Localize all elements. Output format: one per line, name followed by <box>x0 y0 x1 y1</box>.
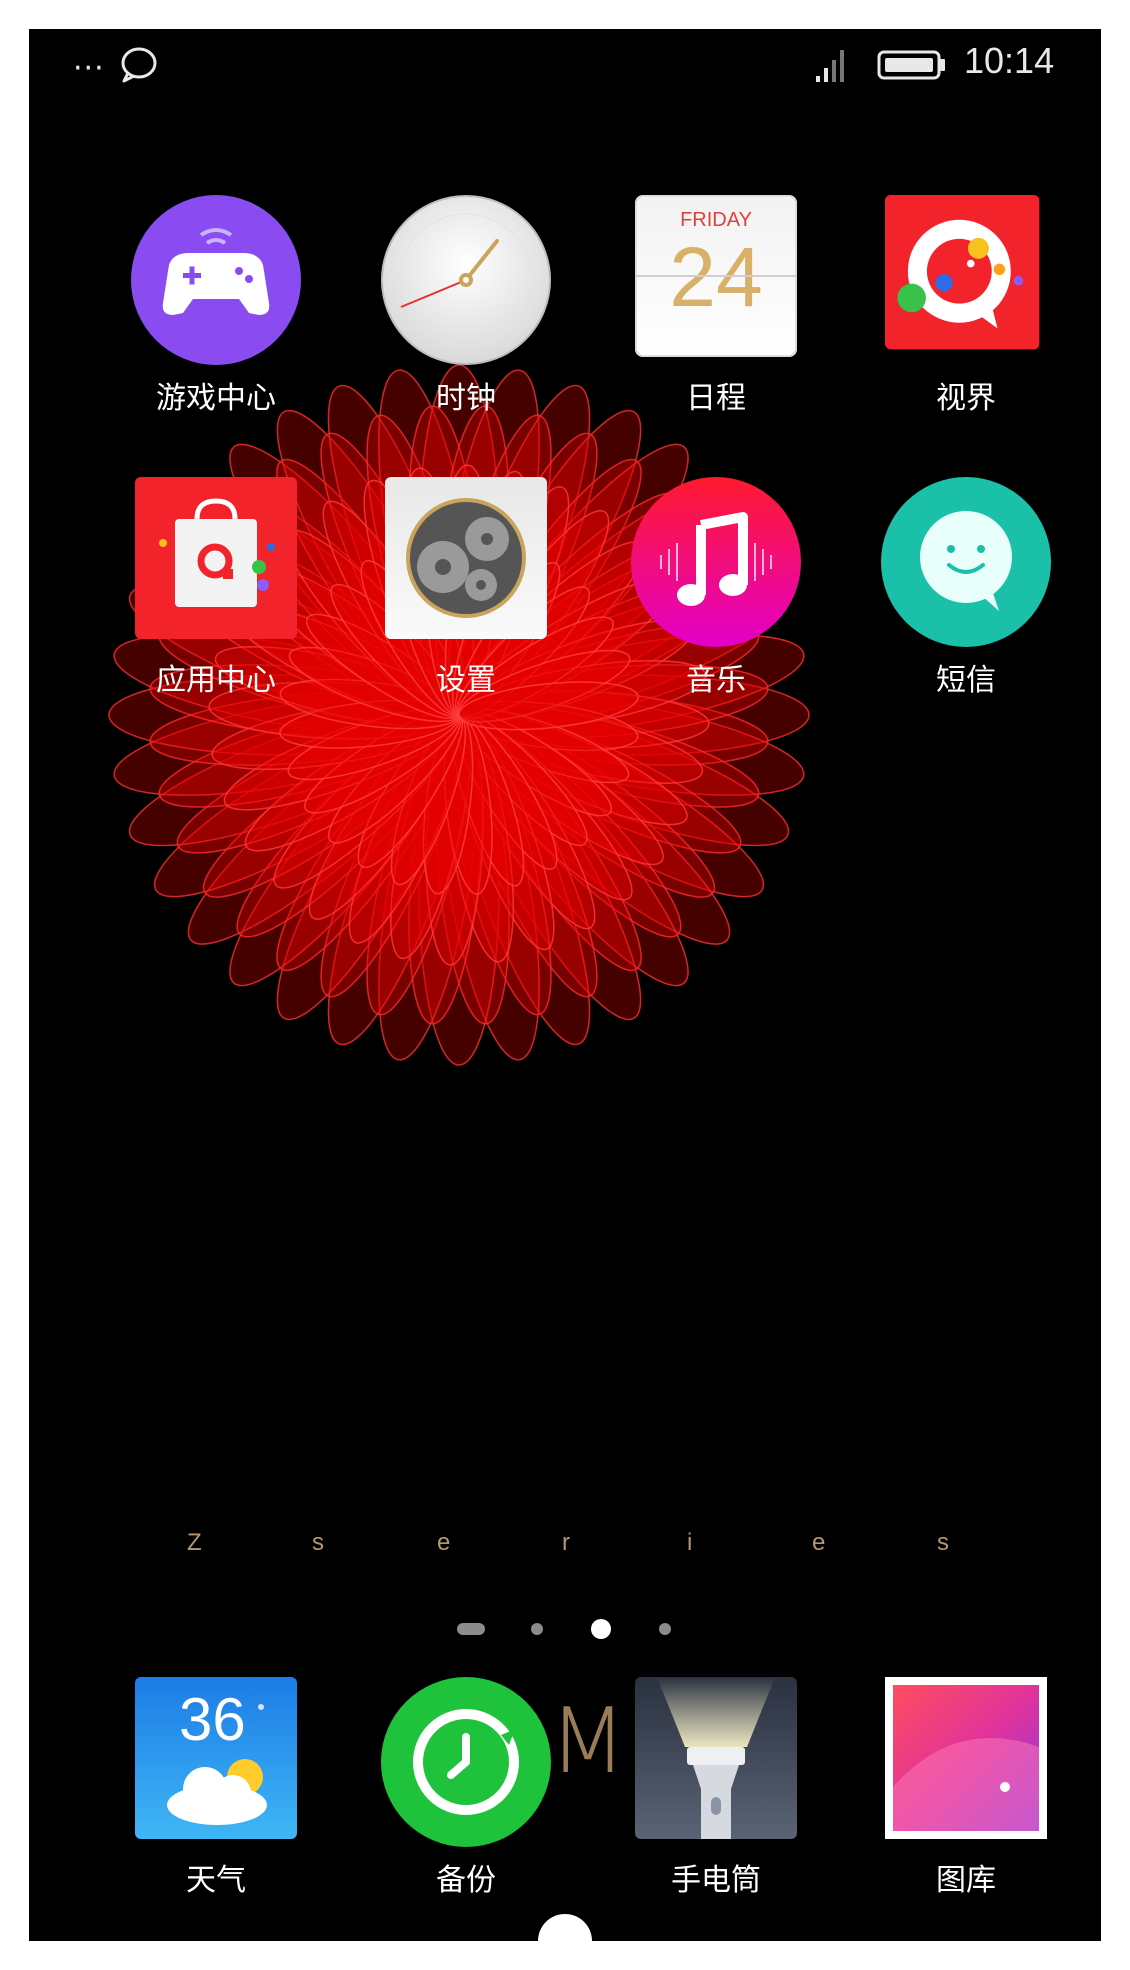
app-label: 日程 <box>686 381 746 416</box>
battery-icon <box>877 50 945 80</box>
brand-m-mark: M <box>549 1689 627 1794</box>
music-note-icon <box>631 477 801 647</box>
app-label: 设置 <box>436 663 496 698</box>
app-label: 天气 <box>186 1863 246 1898</box>
brand-text: Z s e r i e s <box>187 1529 949 1556</box>
backup-clock-icon <box>381 1677 551 1847</box>
app-store-icon <box>135 477 297 639</box>
page-dot-1[interactable] <box>457 1623 485 1635</box>
gamepad-icon <box>131 195 301 365</box>
app-label: 游戏中心 <box>156 381 276 416</box>
flashlight-icon <box>635 1677 797 1839</box>
screen-edge-notch-bottom <box>538 1914 592 1968</box>
page-indicator[interactable] <box>29 1617 1101 1647</box>
status-bar: ··· 10:14 <box>29 29 1101 99</box>
calendar-icon: FRIDAY 24 <box>635 195 797 357</box>
app-label: 短信 <box>936 663 996 698</box>
page-dot-3-current[interactable] <box>591 1619 611 1639</box>
clock-icon <box>381 195 551 365</box>
page-dot-2[interactable] <box>531 1623 543 1635</box>
message-smile-icon <box>881 477 1051 647</box>
more-notifications-icon: ··· <box>73 51 105 86</box>
app-label: 音乐 <box>686 663 746 698</box>
app-label: 应用中心 <box>156 663 276 698</box>
app-label: 图库 <box>936 1863 996 1898</box>
gallery-icon <box>885 1677 1047 1839</box>
clock-time: 10:14 <box>964 40 1055 81</box>
page-dot-4[interactable] <box>659 1623 671 1635</box>
weather-icon: 36 <box>135 1677 297 1839</box>
settings-gear-icon <box>385 477 547 639</box>
signal-strength-icon <box>816 50 844 82</box>
app-label: 手电筒 <box>671 1863 761 1898</box>
app-label: 视界 <box>936 381 996 416</box>
video-icon <box>885 195 1040 350</box>
app-label: 时钟 <box>436 381 496 416</box>
calendar-day-number: 24 <box>669 230 763 324</box>
chat-notification-icon <box>121 47 157 83</box>
app-label: 备份 <box>436 1863 496 1898</box>
phone-screen: ··· 10:14 游戏中心 时钟 FRIDAY 24 日程 视界 应用中心 设… <box>29 29 1101 1941</box>
